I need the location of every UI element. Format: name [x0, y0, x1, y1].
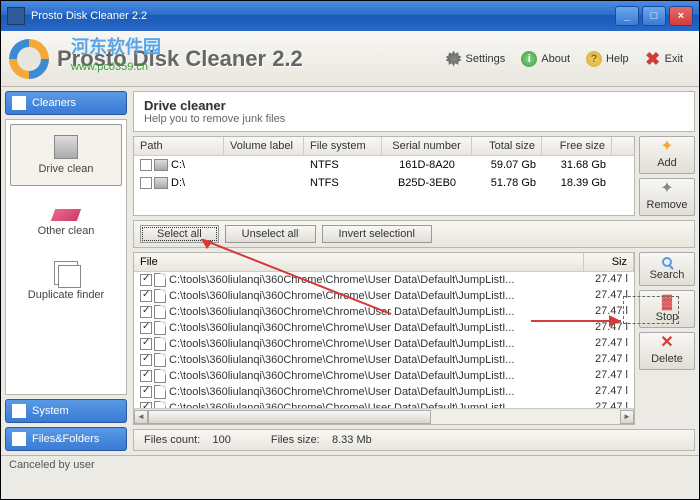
eraser-icon	[51, 209, 81, 221]
about-button[interactable]: iAbout	[513, 47, 578, 71]
maximize-button[interactable]: □	[642, 6, 666, 26]
unselect-all-button[interactable]: Unselect all	[225, 225, 316, 243]
col-serial[interactable]: Serial number	[382, 137, 472, 155]
app-icon	[7, 7, 25, 25]
info-icon: i	[521, 51, 537, 67]
titlebar: Prosto Disk Cleaner 2.2 _ □ ×	[1, 1, 699, 31]
file-row[interactable]: C:\tools\360liulanqi\360Chrome\Chrome\Us…	[134, 352, 634, 368]
scroll-thumb[interactable]	[148, 410, 431, 424]
files-folders-category[interactable]: Files&Folders	[5, 427, 127, 451]
sidebar-item-other-clean[interactable]: Other clean	[10, 188, 122, 248]
col-total[interactable]: Total size	[472, 137, 542, 155]
horizontal-scrollbar[interactable]: ◄ ►	[134, 408, 634, 424]
checkbox[interactable]	[140, 290, 152, 302]
col-free[interactable]: Free size	[542, 137, 612, 155]
duplicate-icon	[54, 261, 78, 285]
file-icon	[154, 385, 166, 399]
checkbox[interactable]	[140, 370, 152, 382]
file-row[interactable]: C:\tools\360liulanqi\360Chrome\Chrome\Us…	[134, 320, 634, 336]
checkbox[interactable]	[140, 274, 152, 286]
close-button[interactable]: ×	[669, 6, 693, 26]
remove-button[interactable]: ✦Remove	[639, 178, 695, 216]
file-icon	[154, 289, 166, 303]
remove-icon: ✦	[659, 183, 675, 197]
col-volume[interactable]: Volume label	[224, 137, 304, 155]
search-icon	[662, 257, 672, 267]
file-row[interactable]: C:\tools\360liulanqi\360Chrome\Chrome\Us…	[134, 368, 634, 384]
help-icon: ?	[586, 51, 602, 67]
scroll-right-button[interactable]: ►	[620, 410, 634, 424]
checkbox[interactable]	[140, 386, 152, 398]
drive-icon	[154, 177, 168, 189]
header-toolbar: Prosto Disk Cleaner 2.2 河东软件园 www.pc0359…	[1, 31, 699, 87]
help-button[interactable]: ?Help	[578, 47, 637, 71]
delete-button[interactable]: ✕Delete	[639, 332, 695, 370]
logo-icon	[9, 39, 49, 79]
drive-icon	[154, 159, 168, 171]
status-bar: Files count: 100 Files size: 8.33 Mb	[133, 429, 695, 451]
checkbox[interactable]	[140, 159, 152, 171]
file-icon	[154, 337, 166, 351]
minimize-button[interactable]: _	[615, 6, 639, 26]
file-row[interactable]: C:\tools\360liulanqi\360Chrome\Chrome\Us…	[134, 400, 634, 408]
brand-text: Prosto Disk Cleaner 2.2	[57, 46, 303, 72]
add-button[interactable]: ✦Add	[639, 136, 695, 174]
file-icon	[154, 353, 166, 367]
drive-row[interactable]: C:\NTFS161D-8A2059.07 Gb31.68 Gb	[134, 156, 634, 174]
file-row[interactable]: C:\tools\360liulanqi\360Chrome\Chrome\Us…	[134, 304, 634, 320]
file-row[interactable]: C:\tools\360liulanqi\360Chrome\Chrome\Us…	[134, 384, 634, 400]
panel-header: Drive cleaner Help you to remove junk fi…	[133, 91, 695, 132]
sidebar: Cleaners Drive clean Other clean Duplica…	[1, 87, 131, 455]
col-filesystem[interactable]: File system	[304, 137, 382, 155]
checkbox[interactable]	[140, 338, 152, 350]
checkbox[interactable]	[140, 322, 152, 334]
invert-selection-button[interactable]: Invert selectionl	[322, 225, 432, 243]
stop-icon: ▓	[659, 295, 675, 309]
select-all-button[interactable]: Select all	[140, 225, 219, 243]
file-icon	[154, 273, 166, 287]
sidebar-item-duplicate-finder[interactable]: Duplicate finder	[10, 250, 122, 312]
cleaners-category[interactable]: Cleaners	[5, 91, 127, 115]
gear-icon	[446, 51, 462, 67]
file-row[interactable]: C:\tools\360liulanqi\360Chrome\Chrome\Us…	[134, 288, 634, 304]
col-size[interactable]: Siz	[584, 253, 634, 271]
scroll-left-button[interactable]: ◄	[134, 410, 148, 424]
system-category[interactable]: System	[5, 399, 127, 423]
file-row[interactable]: C:\tools\360liulanqi\360Chrome\Chrome\Us…	[134, 272, 634, 288]
files-table: File Siz C:\tools\360liulanqi\360Chrome\…	[133, 252, 635, 425]
drives-table: Path Volume label File system Serial num…	[133, 136, 635, 216]
brush-icon	[12, 96, 26, 110]
exit-button[interactable]: ✖Exit	[637, 48, 691, 70]
checkbox[interactable]	[140, 306, 152, 318]
file-icon	[154, 305, 166, 319]
sidebar-item-drive-clean[interactable]: Drive clean	[10, 124, 122, 186]
drive-row[interactable]: D:\NTFSB25D-3EB051.78 Gb18.39 Gb	[134, 174, 634, 192]
folder-icon	[12, 432, 26, 446]
footer-status: Canceled by user	[1, 455, 699, 475]
col-path[interactable]: Path	[134, 137, 224, 155]
panel-subtitle: Help you to remove junk files	[144, 113, 285, 125]
checkbox[interactable]	[140, 402, 152, 408]
drive-icon	[54, 135, 78, 159]
selection-toolbar: Select all Unselect all Invert selection…	[133, 220, 695, 248]
file-row[interactable]: C:\tools\360liulanqi\360Chrome\Chrome\Us…	[134, 336, 634, 352]
file-icon	[154, 369, 166, 383]
close-icon: ✖	[645, 52, 661, 66]
checkbox[interactable]	[140, 177, 152, 189]
col-file[interactable]: File	[134, 253, 584, 271]
add-icon: ✦	[659, 141, 675, 155]
file-icon	[154, 321, 166, 335]
panel-title: Drive cleaner	[144, 98, 684, 113]
search-button[interactable]: Search	[639, 252, 695, 286]
monitor-icon	[12, 404, 26, 418]
file-icon	[154, 401, 166, 408]
stop-button[interactable]: ▓Stop	[639, 290, 695, 328]
window-title: Prosto Disk Cleaner 2.2	[31, 10, 147, 22]
checkbox[interactable]	[140, 354, 152, 366]
delete-icon: ✕	[659, 337, 675, 351]
settings-button[interactable]: Settings	[438, 47, 514, 71]
